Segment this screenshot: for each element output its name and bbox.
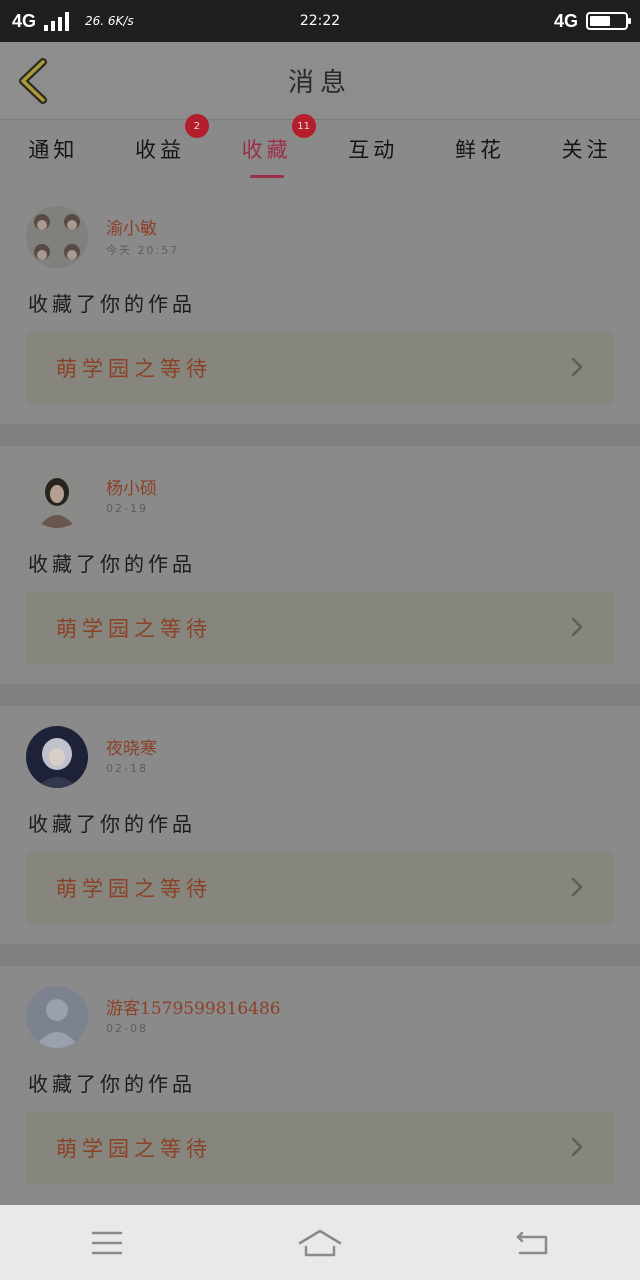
- tab-flowers[interactable]: 鲜花: [449, 128, 511, 170]
- user-photo-icon: [26, 726, 88, 788]
- work-link[interactable]: 萌学园之等待: [26, 1112, 614, 1184]
- message-card: 渝小敏 今天 20:57 收藏了你的作品 萌学园之等待: [0, 186, 640, 424]
- system-nav-bar: [0, 1205, 640, 1280]
- default-avatar-icon: [26, 986, 88, 1048]
- user-photo-icon: [26, 466, 88, 528]
- divider: [0, 944, 640, 966]
- timestamp: 02-19: [106, 502, 148, 515]
- avatar[interactable]: [26, 466, 88, 528]
- username[interactable]: 游客1579599816486: [106, 994, 281, 1019]
- signal-icon: [44, 11, 70, 31]
- work-title: 萌学园之等待: [56, 617, 212, 641]
- action-text: 收藏了你的作品: [28, 1072, 196, 1096]
- chevron-right-icon: [571, 357, 583, 377]
- user-photo-icon: [26, 206, 88, 268]
- return-icon: [517, 1231, 548, 1254]
- chevron-right-icon: [571, 1137, 583, 1157]
- tab-label: 通知: [28, 138, 79, 162]
- chevron-right-icon: [571, 877, 583, 897]
- work-link[interactable]: 萌学园之等待: [26, 332, 614, 404]
- chevron-left-icon: [19, 58, 47, 104]
- tab-notifications[interactable]: 通知: [22, 128, 84, 170]
- action-text: 收藏了你的作品: [28, 292, 196, 316]
- network-type-right: 4G: [553, 10, 578, 31]
- unread-badge: 2: [184, 114, 209, 138]
- menu-button[interactable]: [77, 1218, 137, 1268]
- tab-label: 关注: [561, 138, 612, 162]
- work-link[interactable]: 萌学园之等待: [26, 852, 614, 924]
- tab-label: 收益: [134, 138, 185, 162]
- tab-bar: 通知 收益 2 收藏 11 互动 鲜花 关注: [0, 114, 640, 178]
- username[interactable]: 渝小敏: [106, 214, 157, 239]
- tab-label: 鲜花: [454, 138, 505, 162]
- back-button[interactable]: [14, 56, 54, 106]
- avatar[interactable]: [26, 206, 88, 268]
- divider: [0, 684, 640, 706]
- username[interactable]: 杨小硕: [106, 474, 157, 499]
- page-title: 消息: [287, 68, 352, 98]
- timestamp: 02-18: [106, 762, 148, 775]
- tab-favorites[interactable]: 收藏 11: [236, 114, 316, 178]
- return-button[interactable]: [503, 1218, 563, 1268]
- timestamp: 今天 20:57: [106, 244, 180, 257]
- tab-label: 互动: [348, 138, 399, 162]
- network-speed: 26. 6K/s: [85, 14, 134, 28]
- message-list: 渝小敏 今天 20:57 收藏了你的作品 萌学园之等待 杨小硕 02-19 收藏…: [0, 186, 640, 1204]
- message-card: 游客1579599816486 02-08 收藏了你的作品 萌学园之等待: [0, 966, 640, 1204]
- avatar[interactable]: [26, 726, 88, 788]
- status-bar: 4G 26. 6K/s 22:22 4G: [0, 0, 640, 42]
- timestamp: 02-08: [106, 1022, 148, 1035]
- active-tab-indicator: [249, 175, 284, 178]
- divider: [0, 424, 640, 446]
- tab-label: 收藏: [241, 138, 292, 162]
- avatar[interactable]: [26, 986, 88, 1048]
- home-button[interactable]: [290, 1218, 350, 1268]
- work-title: 萌学园之等待: [56, 877, 212, 901]
- home-icon: [298, 1229, 342, 1256]
- tab-earnings[interactable]: 收益 2: [129, 114, 209, 170]
- tab-follows[interactable]: 关注: [556, 128, 618, 170]
- action-text: 收藏了你的作品: [28, 552, 196, 576]
- network-type: 4G: [12, 10, 37, 31]
- work-link[interactable]: 萌学园之等待: [26, 592, 614, 664]
- battery-icon: [586, 12, 631, 30]
- work-title: 萌学园之等待: [56, 357, 212, 381]
- menu-icon: [91, 1231, 122, 1254]
- app-header: 消息: [0, 42, 640, 120]
- work-title: 萌学园之等待: [56, 1137, 212, 1161]
- message-card: 杨小硕 02-19 收藏了你的作品 萌学园之等待: [0, 446, 640, 684]
- message-card: 夜晓寒 02-18 收藏了你的作品 萌学园之等待: [0, 706, 640, 944]
- unread-badge: 11: [291, 114, 316, 138]
- username[interactable]: 夜晓寒: [106, 734, 157, 759]
- tab-interactions[interactable]: 互动: [342, 128, 404, 170]
- chevron-right-icon: [571, 617, 583, 637]
- action-text: 收藏了你的作品: [28, 812, 196, 836]
